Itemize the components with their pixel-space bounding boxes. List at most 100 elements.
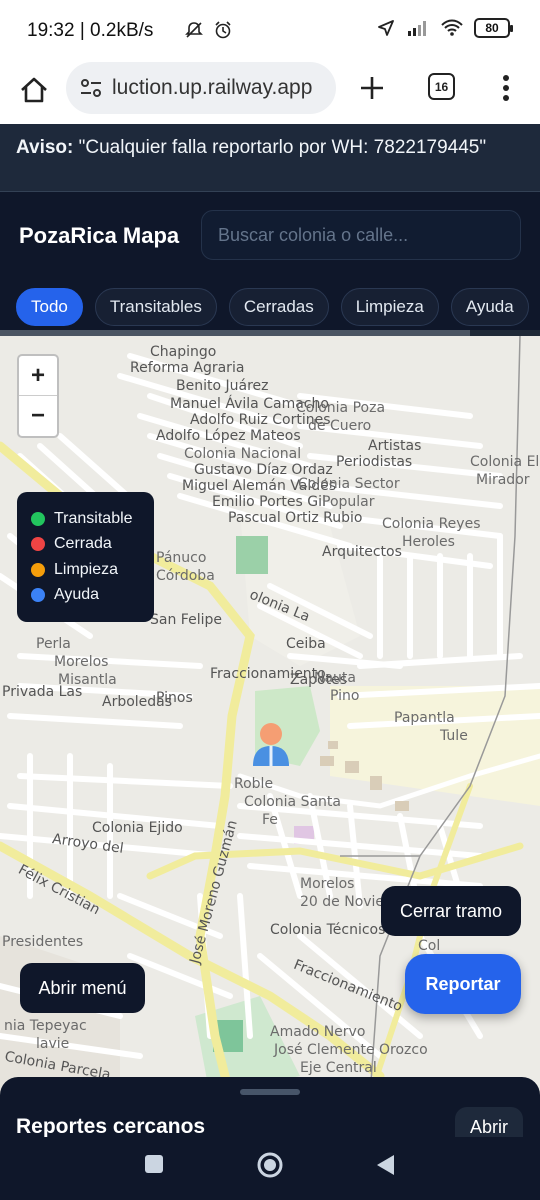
- map-label: Ceiba: [286, 636, 326, 652]
- legend-item: Ayuda: [31, 583, 154, 609]
- map-label: José Clemente Orozco: [274, 1042, 428, 1058]
- legend-dot: [31, 562, 45, 577]
- map-label: Arquitectos: [322, 544, 402, 560]
- location-icon: [378, 20, 394, 36]
- filter-chip-cerradas[interactable]: Cerradas: [228, 288, 329, 326]
- map-label: Fe: [262, 812, 278, 828]
- nearby-reports-sheet[interactable]: Reportes cercanos Abrir: [0, 1077, 540, 1137]
- map-label: Artistas: [368, 438, 422, 454]
- map-label: Nauta: [314, 670, 356, 686]
- map-label: Colonia Santa: [244, 794, 341, 810]
- filter-chip-todo[interactable]: Todo: [16, 288, 83, 326]
- map-label: Morelos: [300, 876, 355, 892]
- map-label: Reforma Agraria: [130, 360, 245, 376]
- site-settings-icon[interactable]: [80, 78, 102, 98]
- map-label: Papantla: [394, 710, 455, 726]
- system-nav-bar: [0, 1137, 540, 1200]
- open-menu-button[interactable]: Abrir menú: [20, 963, 145, 1013]
- url-text[interactable]: luction.up.railway.app: [112, 76, 328, 100]
- notice-label: Aviso:: [16, 137, 74, 158]
- home-nav-icon[interactable]: [256, 1151, 284, 1179]
- filter-chip-limpieza[interactable]: Limpieza: [340, 288, 439, 326]
- home-icon[interactable]: [16, 72, 52, 108]
- map-label: Colonia Reyes: [382, 516, 481, 532]
- close-segment-button[interactable]: Cerrar tramo: [381, 886, 521, 936]
- map-label: Amado Nervo: [270, 1024, 366, 1040]
- map-label: Morelos: [54, 654, 109, 670]
- legend-dot: [31, 588, 45, 603]
- legend-dot: [31, 537, 45, 552]
- map-label: Presidentes: [2, 934, 84, 950]
- more-menu-icon[interactable]: [496, 70, 516, 106]
- zoom-control: + −: [17, 354, 59, 438]
- sheet-title: Reportes cercanos: [16, 1115, 206, 1137]
- map-label: Eje Central: [300, 1060, 377, 1076]
- map-label: Pascual Ortiz Rubio: [228, 510, 363, 526]
- back-icon[interactable]: [374, 1153, 396, 1177]
- address-bar[interactable]: luction.up.railway.app: [66, 62, 336, 114]
- filter-chips: Todo Transitables Cerradas Limpieza Ayud…: [16, 288, 540, 326]
- notice-text: "Cualquier falla reportarlo por WH: 7822…: [73, 137, 487, 158]
- map[interactable]: Chapingo Reforma Agraria Benito Juárez M…: [0, 336, 540, 1096]
- map-label: Colonia Nacional: [184, 446, 302, 462]
- zoom-out-button[interactable]: −: [19, 396, 57, 436]
- map-legend: Transitable Cerrada Limpieza Ayuda: [17, 492, 154, 622]
- tab-switcher-button[interactable]: 16: [428, 73, 455, 100]
- map-label: Col: [418, 938, 441, 954]
- map-label: Tule: [440, 728, 468, 744]
- map-label: Mirador: [476, 472, 530, 488]
- alarm-icon: [215, 21, 231, 39]
- map-label: lavie: [36, 1036, 70, 1052]
- report-button[interactable]: Reportar: [405, 954, 521, 1014]
- filter-chip-transitables[interactable]: Transitables: [94, 288, 217, 326]
- browser-toolbar: luction.up.railway.app 16: [0, 60, 540, 124]
- sheet-open-button[interactable]: Abrir: [455, 1107, 523, 1137]
- map-label: Colonia Técnicos: [270, 922, 386, 938]
- legend-dot: [31, 511, 45, 526]
- map-label: Chapingo: [150, 344, 217, 360]
- map-label: Córdoba: [156, 568, 215, 584]
- new-tab-icon[interactable]: [356, 72, 388, 104]
- legend-label: Cerrada: [54, 535, 112, 553]
- notice-banner: Aviso: "Cualquier falla reportarlo por W…: [0, 124, 540, 192]
- map-label: Pánuco: [156, 550, 207, 566]
- map-label: Colonia Ejido: [92, 820, 183, 836]
- mute-icon: [185, 22, 203, 38]
- status-bar: 19:32 | 0.2kB/s 80: [0, 0, 540, 60]
- filter-chip-ayuda[interactable]: Ayuda: [450, 288, 529, 326]
- search-input[interactable]: [202, 211, 520, 259]
- recents-icon[interactable]: [143, 1153, 165, 1175]
- wifi-icon: [441, 19, 463, 36]
- legend-label: Transitable: [54, 509, 133, 527]
- map-label: Colonia Poza: [296, 400, 386, 416]
- map-label: Pinos: [156, 690, 193, 706]
- legend-item: Limpieza: [31, 557, 154, 583]
- map-label: nia Tepeyac: [4, 1018, 87, 1034]
- signal-icon: [408, 21, 426, 36]
- map-label: Roble: [234, 776, 274, 792]
- app-title: PozaRica Mapa: [19, 223, 180, 248]
- status-right: 80: [376, 18, 513, 38]
- sheet-drag-handle[interactable]: [240, 1089, 300, 1095]
- map-label: San Felipe: [150, 612, 222, 628]
- map-label: Adolfo López Mateos: [156, 428, 301, 444]
- legend-label: Limpieza: [54, 560, 119, 578]
- map-label: Periodistas: [336, 454, 413, 470]
- status-notification-icons: [154, 20, 233, 42]
- legend-item: Cerrada: [31, 532, 154, 558]
- zoom-in-button[interactable]: +: [19, 356, 57, 396]
- status-time: 19:32 | 0.2kB/s: [27, 20, 154, 41]
- app-header: PozaRica Mapa Todo Transitables Cerradas…: [0, 193, 540, 328]
- screen: 19:32 | 0.2kB/s 80 luction.up.railway.ap…: [0, 0, 540, 1200]
- map-label: Benito Juárez: [176, 378, 269, 394]
- map-label: Colonia Sector: [298, 476, 400, 492]
- map-label: Pino: [330, 688, 360, 704]
- map-label: Perla: [36, 636, 71, 652]
- map-label: Privada Las: [2, 684, 83, 700]
- map-label: Colonia El: [470, 454, 540, 470]
- legend-item: Transitable: [31, 506, 154, 532]
- map-label: Emilio Portes Gil: [212, 494, 326, 510]
- user-location-icon[interactable]: [251, 722, 291, 772]
- map-label: de Cuero: [308, 418, 372, 434]
- search-box: [201, 210, 521, 260]
